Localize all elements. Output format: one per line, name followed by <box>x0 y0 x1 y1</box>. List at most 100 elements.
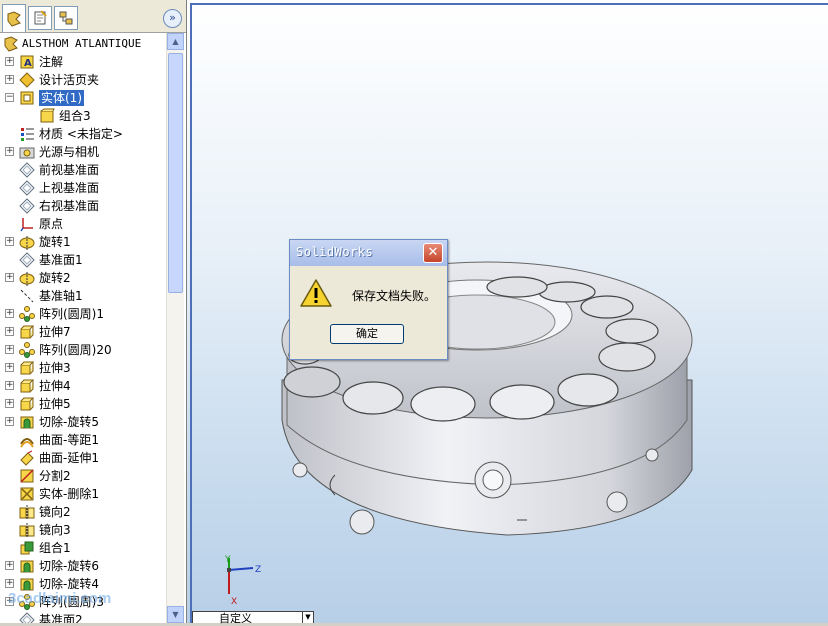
plane-icon <box>19 162 35 178</box>
tree-item[interactable]: 上视基准面 <box>0 179 166 197</box>
tree-item[interactable]: − 实体(1) <box>0 89 166 107</box>
property-manager-tab[interactable] <box>28 6 52 30</box>
scroll-thumb[interactable] <box>168 53 183 293</box>
tree-item[interactable]: + 阵列(圆周)1 <box>0 305 166 323</box>
tree-item[interactable]: + 旋转1 <box>0 233 166 251</box>
lights-camera-icon <box>19 147 35 159</box>
tree-scrollbar[interactable]: ▲ ▼ <box>166 33 184 623</box>
plane-icon <box>19 612 35 623</box>
tree-item[interactable]: 曲面-延伸1 <box>0 449 166 467</box>
tree-item[interactable]: 基准轴1 <box>0 287 166 305</box>
configuration-manager-tab[interactable] <box>54 6 78 30</box>
body-icon <box>40 108 55 123</box>
tree-item-label: 光源与相机 <box>39 145 100 159</box>
tree-item[interactable]: + 拉伸5 <box>0 395 166 413</box>
dialog-message: 保存文档失败。 <box>352 289 437 303</box>
tree-item[interactable]: 镜向3 <box>0 521 166 539</box>
expand-toggle[interactable]: + <box>5 75 14 84</box>
tree-item[interactable]: 组合3 <box>0 107 166 125</box>
scroll-up-button[interactable]: ▲ <box>167 33 184 50</box>
circular-pattern-icon <box>19 306 35 322</box>
watermark: 3cadlaimi.com <box>8 590 112 607</box>
tree-item[interactable]: 前视基准面 <box>0 161 166 179</box>
panel-tab-bar: » <box>0 0 186 33</box>
tree-item[interactable]: + 阵列(圆周)20 <box>0 341 166 359</box>
expand-toggle[interactable]: + <box>5 363 14 372</box>
tree-item[interactable]: + 设计活页夹 <box>0 71 166 89</box>
part-icon <box>4 36 18 52</box>
tree-item[interactable]: 分割2 <box>0 467 166 485</box>
offset-surface-icon <box>20 438 34 448</box>
expand-toggle[interactable]: + <box>5 579 14 588</box>
view-tab-dropdown-icon[interactable]: ▼ <box>302 612 313 623</box>
ok-button[interactable]: 确定 <box>330 324 404 344</box>
tree-item[interactable]: 组合1 <box>0 539 166 557</box>
expand-toggle[interactable]: + <box>5 327 14 336</box>
tree-item[interactable]: 镜向2 <box>0 503 166 521</box>
tree-item-label: 镜向3 <box>39 523 71 537</box>
tree-item-label: 切除-旋转5 <box>39 415 99 429</box>
tree-item[interactable]: 原点 <box>0 215 166 233</box>
tree-item-label: 镜向2 <box>39 505 71 519</box>
tree-item-label: 设计活页夹 <box>39 73 100 87</box>
tree-item-label: 原点 <box>39 217 64 231</box>
tree-item[interactable]: 右视基准面 <box>0 197 166 215</box>
extend-surface-icon <box>20 450 34 466</box>
tree-item[interactable]: 材质 <未指定> <box>0 125 166 143</box>
view-tab[interactable]: 自定义 ▼ <box>192 611 314 625</box>
feature-manager-tab[interactable] <box>2 4 26 32</box>
tree-item-label: 拉伸3 <box>39 361 71 375</box>
tree-item-label: 上视基准面 <box>39 181 100 195</box>
expand-toggle[interactable]: + <box>5 399 14 408</box>
tree-item-label: 拉伸5 <box>39 397 71 411</box>
error-dialog: SolidWorks ✕ 保存文档失败。 确定 <box>289 239 448 360</box>
tree-item-label: 基准轴1 <box>39 289 83 303</box>
expand-toggle[interactable]: + <box>5 237 14 246</box>
axis-icon <box>20 289 34 303</box>
warning-icon <box>300 279 332 307</box>
expand-toggle[interactable]: + <box>5 147 14 156</box>
tree-item[interactable]: + 拉伸3 <box>0 359 166 377</box>
expand-toggle[interactable]: + <box>5 381 14 390</box>
dialog-close-button[interactable]: ✕ <box>423 243 443 263</box>
tree-item-label: 拉伸7 <box>39 325 71 339</box>
tree-item[interactable]: + A 注解 <box>0 53 166 71</box>
material-icon <box>21 128 34 141</box>
expand-panel-button[interactable]: » <box>163 9 182 28</box>
tree-item[interactable]: 基准面2 <box>0 611 166 623</box>
tree-root[interactable]: ALSTHOM ATLANTIQUE <box>0 35 166 53</box>
tree-item[interactable]: 基准面1 <box>0 251 166 269</box>
tree-item[interactable]: + 切除-旋转5 <box>0 413 166 431</box>
tree-item[interactable]: + 切除-旋转6 <box>0 557 166 575</box>
expand-toggle[interactable]: + <box>5 273 14 282</box>
expand-toggle[interactable]: + <box>5 417 14 426</box>
expand-toggle[interactable]: + <box>5 561 14 570</box>
model-render: Y Z X <box>224 261 693 607</box>
tree-item-label: 实体-删除1 <box>39 487 99 501</box>
expand-toggle[interactable]: + <box>5 309 14 318</box>
tree-item[interactable]: + 光源与相机 <box>0 143 166 161</box>
tree-item[interactable]: + 旋转2 <box>0 269 166 287</box>
tree-item-label: 拉伸4 <box>39 379 71 393</box>
dialog-title-bar[interactable]: SolidWorks ✕ <box>290 240 447 266</box>
graphics-viewport[interactable]: Y Z X <box>187 0 828 623</box>
tree-item-label: 前视基准面 <box>39 163 100 177</box>
tree-item-label: 阵列(圆周)20 <box>39 343 112 357</box>
tree-item[interactable]: + 拉伸7 <box>0 323 166 341</box>
tree-item[interactable]: + 拉伸4 <box>0 377 166 395</box>
tree-item-label: 注解 <box>39 55 64 69</box>
expand-toggle[interactable]: + <box>5 345 14 354</box>
expand-toggle[interactable]: + <box>5 57 14 66</box>
tree-item-label: 组合3 <box>59 109 91 123</box>
tree-item-label: 材质 <未指定> <box>39 127 123 141</box>
solid-bodies-icon <box>20 91 34 105</box>
scroll-down-button[interactable]: ▼ <box>167 606 184 623</box>
tree-item-label: 曲面-等距1 <box>39 433 99 447</box>
tree-item[interactable]: 实体-删除1 <box>0 485 166 503</box>
extrude-icon <box>20 397 35 411</box>
feature-manager-panel: » ALSTHOM ATLANTIQUE + A 注解 + 设计活页夹 − 实体(1) 组合3 材… <box>0 0 187 623</box>
tree-item-label: 基准面1 <box>39 253 83 267</box>
collapse-toggle[interactable]: − <box>5 93 14 102</box>
split-icon <box>20 469 34 483</box>
tree-item[interactable]: 曲面-等距1 <box>0 431 166 449</box>
